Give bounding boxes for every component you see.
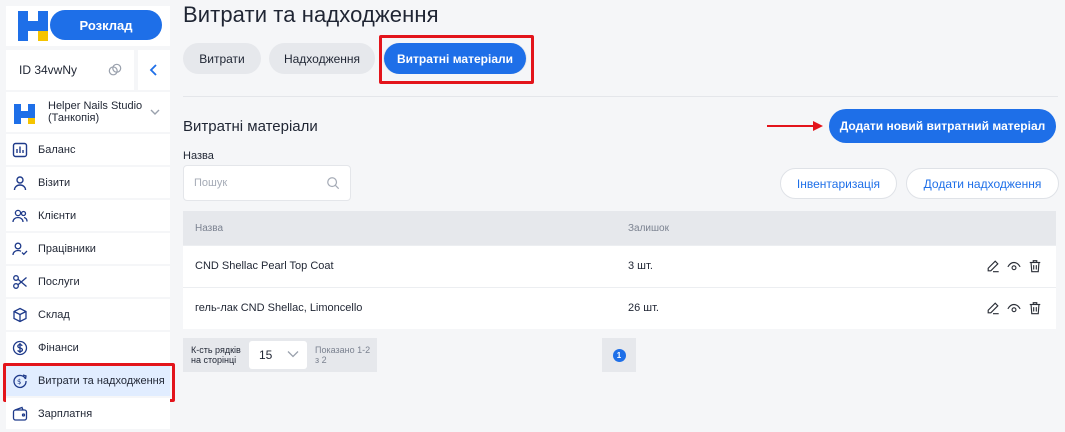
sidebar-item-label: Баланс [38,143,76,156]
search-icon[interactable] [326,176,340,190]
table-row: гель-лак CND Shellac, Limoncello 26 шт. [183,287,1056,329]
sidebar-item-balance[interactable]: Баланс [6,134,170,165]
scissors-icon [13,274,27,289]
id-row: ID 34vwNy [6,50,170,90]
sidebar: Розклад ID 34vwNy Helper Nails Studio (Т… [0,0,175,432]
sidebar-item-label: Фінанси [38,341,79,354]
sidebar-item-expenses-income[interactable]: $ Витрати та надходження [3,363,175,402]
sidebar-item-visits[interactable]: Візити [6,167,170,198]
page-title: Витрати та надходження [183,2,439,27]
people-icon [12,209,28,222]
logo-row: Розклад [6,6,170,46]
sidebar-item-clients[interactable]: Клієнти [6,200,170,231]
sidebar-item-salary[interactable]: Зарплатня [6,398,170,429]
expenses-icon: $ [13,373,27,388]
account-id-label: ID 34vwNy [19,63,78,77]
chevron-left-icon [149,64,157,76]
studio-selector[interactable]: Helper Nails Studio (Танкопія) [6,92,170,132]
search-field[interactable] [183,165,351,201]
rows-per-page: К-сть рядків на сторінці 15 Показано 1-2… [183,338,377,372]
view-icon[interactable] [1007,301,1021,315]
inventory-button[interactable]: Інвентаризація [780,168,897,199]
search-input[interactable] [194,175,314,191]
arrow-annotation-icon [767,121,823,131]
delete-icon[interactable] [1028,259,1042,273]
edit-icon[interactable] [986,259,1000,273]
sidebar-item-label: Послуги [38,275,80,288]
current-page: 1 [612,348,626,362]
consumables-table: Назва Залишок CND Shellac Pearl Top Coat… [183,211,1056,329]
studio-name: Helper Nails Studio (Танкопія) [48,100,143,124]
add-consumable-button[interactable]: Додати новий витратний матеріал [829,109,1056,143]
cell-stock: 26 шт. [628,302,659,314]
collapse-sidebar-button[interactable] [138,50,170,90]
page-button-1[interactable]: 1 [602,338,636,372]
table-header: Назва Залишок [183,211,1056,245]
sidebar-item-warehouse[interactable]: Склад [6,299,170,330]
schedule-button[interactable]: Розклад [50,10,162,40]
account-id: ID 34vwNy [6,50,134,90]
column-header-name: Назва [195,223,224,234]
person-icon [13,175,27,190]
add-income-button[interactable]: Додати надходження [906,168,1059,199]
sidebar-item-label: Витрати та надходження [38,374,165,387]
sidebar-item-finance[interactable]: Фінанси [6,332,170,363]
edit-icon[interactable] [986,301,1000,315]
row-actions [979,259,1042,273]
tab-highlight-annotation [379,35,534,84]
copy-icon[interactable] [108,63,122,77]
rows-per-page-value: 15 [259,348,273,362]
divider [183,96,1058,97]
column-header-stock: Залишок [628,223,669,234]
sidebar-item-label: Клієнти [38,209,77,222]
chart-bar-icon [12,142,28,157]
sidebar-nav: Баланс Візити Клієнти Працівники Послуги… [3,134,175,431]
table-row: CND Shellac Pearl Top Coat 3 шт. [183,245,1056,287]
user-check-icon [12,242,28,255]
main-content: Витрати та надходження Витрати Надходжен… [170,0,1065,432]
sidebar-item-label: Працівники [38,242,96,255]
tab-income[interactable]: Надходження [269,43,375,74]
dollar-circle-icon [12,340,28,355]
sidebar-item-label: Склад [38,308,70,321]
chevron-down-icon [150,109,160,115]
studio-logo [14,100,38,124]
sidebar-item-services[interactable]: Послуги [6,266,170,297]
shown-range: Показано 1-2 з 2 [315,345,371,365]
sidebar-item-label: Візити [38,176,71,189]
chevron-down-icon [287,351,299,358]
cell-stock: 3 шт. [628,260,653,272]
wallet-icon [12,406,28,421]
sidebar-item-label: Зарплатня [38,407,93,420]
view-icon[interactable] [1007,259,1021,273]
rows-per-page-label: К-сть рядків на сторінці [191,345,241,365]
app-logo[interactable] [18,11,48,41]
box-icon [13,307,27,322]
delete-icon[interactable] [1028,301,1042,315]
rows-per-page-select[interactable]: 15 [249,341,307,369]
sidebar-item-employees[interactable]: Працівники [6,233,170,264]
cell-name: CND Shellac Pearl Top Coat [195,260,334,272]
svg-text:$: $ [17,378,21,386]
tab-expenses[interactable]: Витрати [183,43,261,74]
section-title: Витратні матеріали [183,118,318,135]
row-actions [979,301,1042,315]
search-label: Назва [183,150,214,162]
cell-name: гель-лак CND Shellac, Limoncello [195,302,363,314]
